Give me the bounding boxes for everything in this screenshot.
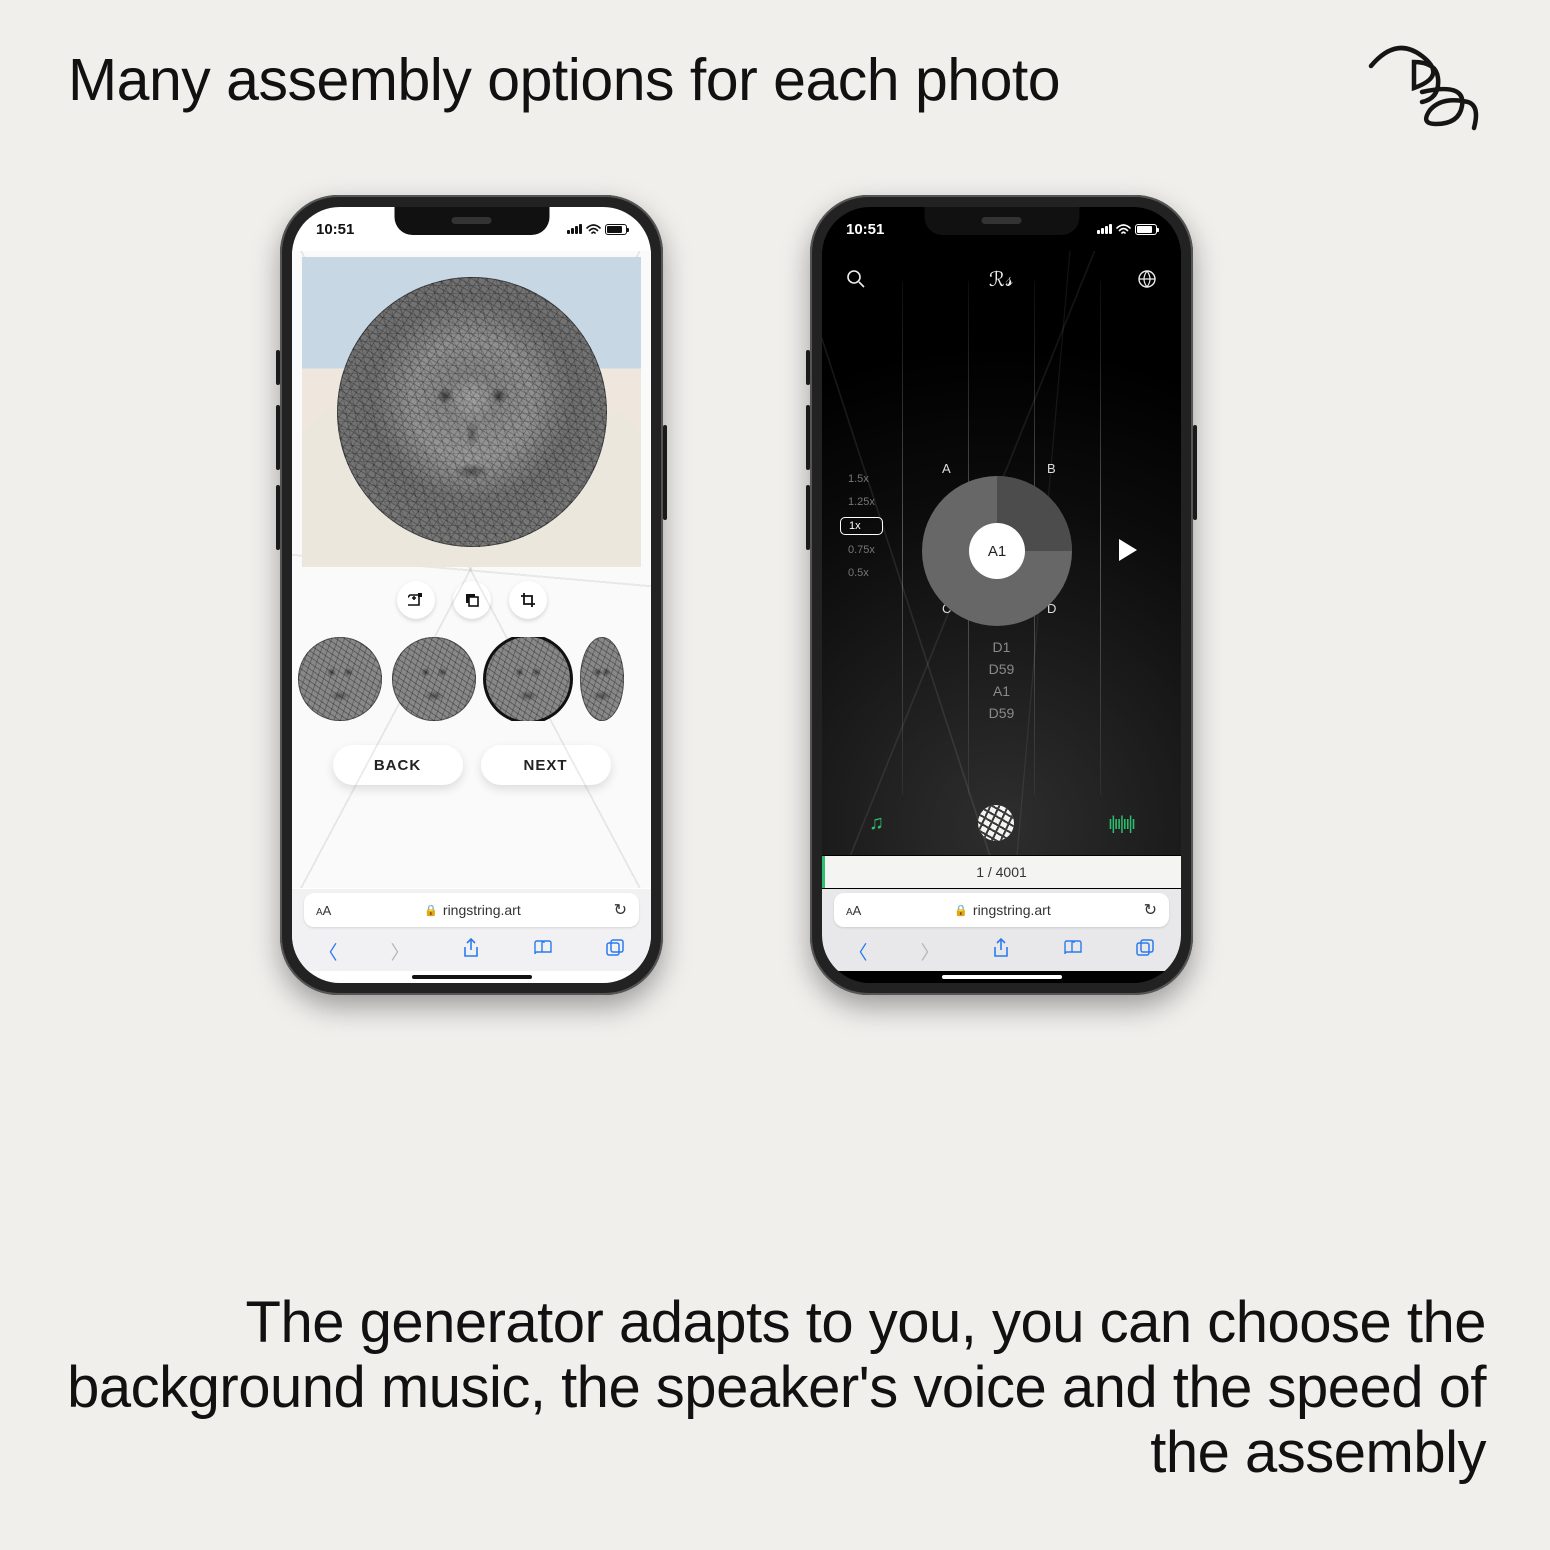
address-field[interactable]: AA 🔒 ringstring.art ↻ [304, 893, 639, 927]
globe-icon[interactable] [1137, 269, 1157, 289]
share-icon[interactable] [992, 938, 1010, 964]
brand-logo [1356, 32, 1486, 142]
variant-thumbnail[interactable] [298, 637, 382, 721]
crop-button[interactable] [509, 581, 547, 619]
speed-option[interactable]: 1.25x [840, 494, 883, 510]
lock-icon: 🔒 [954, 904, 968, 917]
current-peg-display: A1 [969, 523, 1025, 579]
battery-icon [1135, 224, 1157, 235]
upcoming-steps: D1 D59 A1 D59 [822, 639, 1181, 721]
step-item: D59 [989, 661, 1015, 677]
home-indicator [412, 975, 532, 979]
music-toggle-icon[interactable]: ♫ [869, 812, 884, 835]
variant-thumbnails [298, 637, 645, 721]
text-size-icon[interactable]: AA [846, 903, 861, 918]
stringart-preview [302, 257, 641, 567]
nav-back-icon[interactable]: 〈 [318, 938, 337, 965]
bookmarks-icon[interactable] [533, 940, 553, 962]
share-icon[interactable] [462, 938, 480, 964]
battery-icon [605, 224, 627, 235]
stringart-circle [337, 277, 607, 547]
progress-counter: 1 / 4001 [822, 856, 1181, 888]
variant-thumbnail[interactable] [486, 637, 570, 721]
step-item: D59 [989, 705, 1015, 721]
variant-thumbnail[interactable] [580, 637, 624, 721]
browser-toolbar: 〈 〉 [822, 931, 1181, 971]
speed-option[interactable]: 0.5x [840, 565, 883, 581]
url-text: ringstring.art [973, 902, 1051, 918]
play-button[interactable] [1117, 537, 1139, 570]
reload-icon[interactable]: ↻ [614, 900, 627, 920]
footer-text: The generator adapts to you, you can cho… [60, 1291, 1486, 1486]
duplicate-button[interactable] [453, 581, 491, 619]
back-button[interactable]: BACK [333, 745, 463, 785]
browser-toolbar: 〈 〉 [292, 931, 651, 971]
nav-forward-icon: 〉 [390, 938, 409, 965]
stringart-mini-icon[interactable] [978, 805, 1014, 841]
reload-icon[interactable]: ↻ [1144, 900, 1157, 920]
url-text: ringstring.art [443, 902, 521, 918]
add-image-button[interactable] [397, 581, 435, 619]
tabs-icon[interactable] [606, 939, 624, 963]
speed-selector: 1.5x 1.25x 1x 0.75x 0.5x [840, 471, 883, 581]
edit-tools-row [292, 581, 651, 619]
peg-label: B [1047, 461, 1056, 476]
peg-label: A [942, 461, 951, 476]
phone-notch [924, 207, 1079, 235]
phone-notch [394, 207, 549, 235]
app-logo-icon: ℛ𝓈 [989, 267, 1014, 292]
signal-icon [1097, 224, 1112, 234]
lock-icon: 🔒 [424, 904, 438, 917]
bookmarks-icon[interactable] [1063, 940, 1083, 962]
variant-thumbnail[interactable] [392, 637, 476, 721]
dial-wheel[interactable]: A1 [922, 476, 1072, 626]
search-icon[interactable] [846, 269, 866, 289]
speed-option[interactable]: 0.75x [840, 542, 883, 558]
wifi-icon [1116, 224, 1131, 235]
speed-option[interactable]: 1x [840, 517, 883, 535]
phone-mockup-player: 10:51 ℛ𝓈 1.5x 1.25x 1x 0.75x 0.5x A [810, 195, 1193, 995]
browser-address-bar: AA 🔒 ringstring.art ↻ [292, 889, 651, 931]
text-size-icon[interactable]: AA [316, 903, 331, 918]
voice-toggle-icon[interactable]: ı|ıı|ıı|ı [1108, 813, 1134, 834]
phone-mockup-editor: 10:51 [280, 195, 663, 995]
step-item: A1 [993, 683, 1010, 699]
browser-address-bar: AA 🔒 ringstring.art ↻ [822, 889, 1181, 931]
wifi-icon [586, 224, 601, 235]
signal-icon [567, 224, 582, 234]
step-item: D1 [993, 639, 1011, 655]
home-indicator [942, 975, 1062, 979]
nav-forward-icon: 〉 [920, 938, 939, 965]
status-time: 10:51 [846, 221, 884, 238]
nav-back-icon[interactable]: 〈 [848, 938, 867, 965]
next-button[interactable]: NEXT [481, 745, 611, 785]
address-field[interactable]: AA 🔒 ringstring.art ↻ [834, 893, 1169, 927]
status-time: 10:51 [316, 221, 354, 238]
tabs-icon[interactable] [1136, 939, 1154, 963]
headline: Many assembly options for each photo [68, 46, 1060, 114]
speed-option[interactable]: 1.5x [840, 471, 883, 487]
